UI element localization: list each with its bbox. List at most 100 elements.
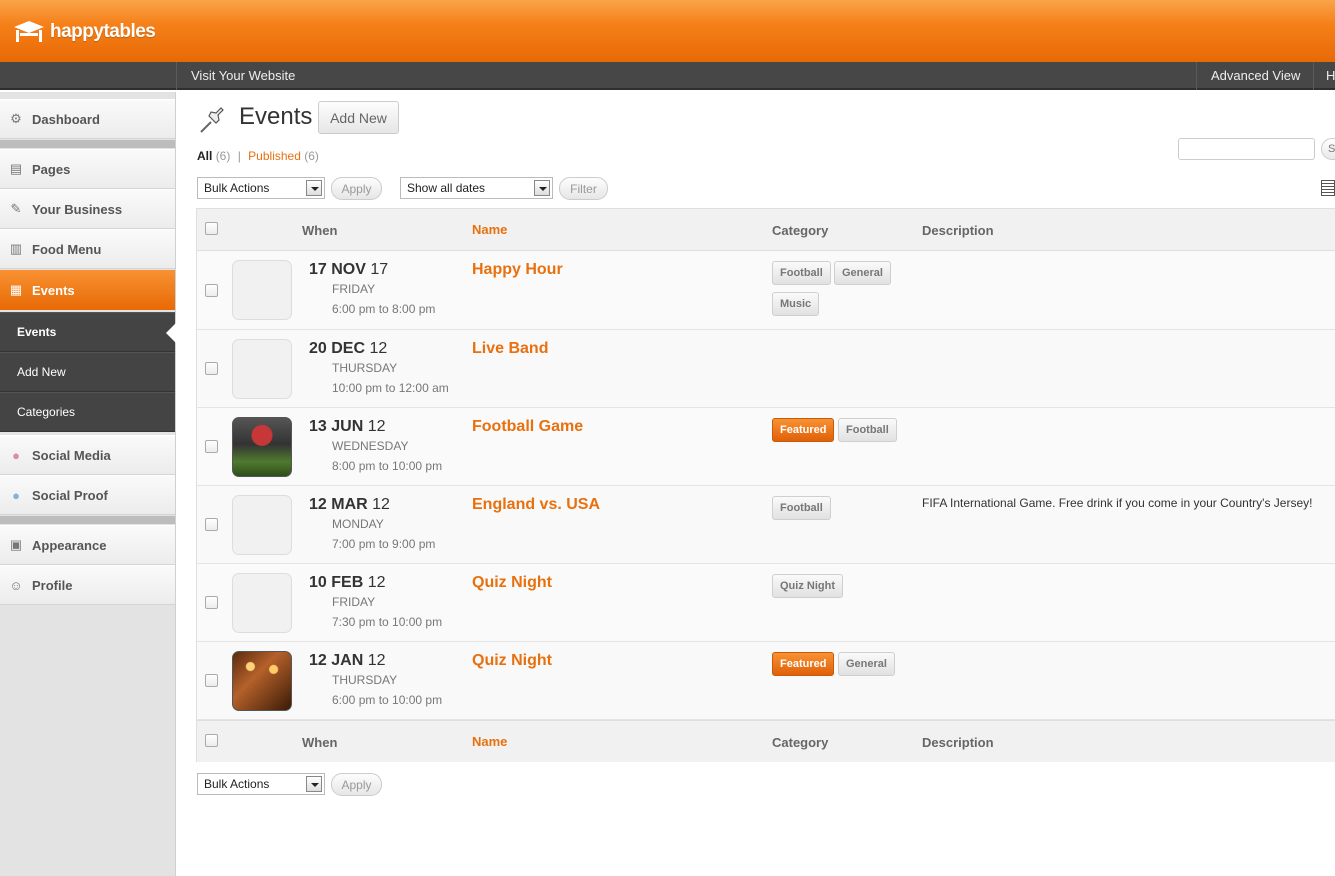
event-time: 6:00 pm to 8:00 pm [332, 302, 436, 316]
event-date: 13 JUN 12 [309, 418, 386, 435]
sidebar-item-label: Pages [32, 161, 71, 177]
subnav-label: Add New [17, 365, 66, 379]
filter-published-link[interactable]: Published [248, 149, 301, 163]
search-button[interactable]: S [1321, 138, 1335, 160]
select-all-checkbox[interactable] [205, 734, 218, 747]
column-name[interactable]: Name [472, 222, 507, 237]
row-checkbox[interactable] [205, 284, 218, 297]
filter-all-link[interactable]: All [197, 149, 212, 163]
event-time: 6:00 pm to 10:00 pm [332, 693, 443, 707]
sidebar-item-label: Social Media [32, 447, 111, 463]
filter-all-count: (6) [215, 149, 231, 163]
subnav-add-new[interactable]: Add New [0, 352, 175, 392]
add-new-button[interactable]: Add New [318, 101, 399, 134]
event-time: 10:00 pm to 12:00 am [332, 381, 449, 395]
event-name-link[interactable]: Quiz Night [472, 574, 552, 592]
event-time: 7:30 pm to 10:00 pm [332, 615, 443, 629]
row-checkbox[interactable] [205, 596, 218, 609]
dates-select[interactable]: Show all dates [400, 177, 553, 199]
help-link[interactable]: H [1326, 62, 1335, 90]
pages-icon: ▤ [9, 161, 23, 176]
category-tag[interactable]: General [838, 652, 895, 676]
sidebar-item-label: Your Business [32, 201, 123, 217]
divider [0, 140, 175, 148]
event-weekday: THURSDAY [332, 361, 398, 375]
list-view-icon[interactable] [1321, 180, 1335, 196]
category-tag[interactable]: Quiz Night [772, 574, 843, 598]
select-all-checkbox[interactable] [205, 222, 218, 235]
book-icon: ▥ [9, 241, 23, 256]
event-name-link[interactable]: Live Band [472, 340, 548, 358]
pencil-icon: ✎ [10, 201, 22, 216]
event-name-link[interactable]: Football Game [472, 418, 583, 436]
row-checkbox[interactable] [205, 362, 218, 375]
event-thumbnail [232, 573, 292, 633]
events-table: When Name Category Description 17 NOV 17… [196, 208, 1335, 762]
table-row[interactable]: 13 JUN 12 WEDNESDAY 8:00 pm to 10:00 pm … [197, 408, 1335, 486]
category-tag[interactable]: Football [772, 261, 831, 285]
sidebar-item-social-proof[interactable]: ● Social Proof [0, 475, 175, 515]
table-row[interactable]: 12 MAR 12 MONDAY 7:00 pm to 9:00 pm Engl… [197, 486, 1335, 564]
row-checkbox[interactable] [205, 440, 218, 453]
sidebar-item-food-menu[interactable]: ▥ Food Menu [0, 229, 175, 269]
category-tag[interactable]: General [834, 261, 891, 285]
event-time: 7:00 pm to 9:00 pm [332, 537, 436, 551]
event-thumbnail [232, 260, 292, 320]
column-when[interactable]: When [302, 735, 337, 750]
event-date: 12 MAR 12 [309, 496, 390, 513]
featured-tag[interactable]: Featured [772, 652, 835, 676]
subnav-events[interactable]: Events [0, 312, 176, 352]
table-row[interactable]: 17 NOV 17 FRIDAY 6:00 pm to 8:00 pm Happ… [197, 251, 1335, 330]
event-date: 12 JAN 12 [309, 652, 386, 669]
divider [1196, 62, 1197, 90]
logo[interactable]: happytables [12, 17, 156, 47]
chevron-down-icon [306, 180, 322, 196]
search-input[interactable] [1178, 138, 1315, 160]
event-name-link[interactable]: England vs. USA [472, 496, 600, 514]
apply-button[interactable]: Apply [331, 177, 382, 200]
top-bar: Visit Your Website Advanced View H [0, 62, 1335, 90]
sidebar-item-your-business[interactable]: ✎ Your Business [0, 189, 175, 229]
bulk-actions-select-bottom[interactable]: Bulk Actions [197, 773, 325, 795]
advanced-view-link[interactable]: Advanced View [1211, 62, 1300, 90]
column-name[interactable]: Name [472, 734, 507, 749]
table-row[interactable]: 10 FEB 12 FRIDAY 7:30 pm to 10:00 pm Qui… [197, 564, 1335, 642]
event-thumbnail [232, 495, 292, 555]
sidebar-item-pages[interactable]: ▤ Pages [0, 149, 175, 189]
current-indicator [166, 323, 176, 343]
filter-button[interactable]: Filter [559, 177, 608, 200]
event-name-link[interactable]: Quiz Night [472, 652, 552, 670]
column-category: Category [772, 735, 829, 750]
subnav-categories[interactable]: Categories [0, 392, 175, 432]
category-tag[interactable]: Music [772, 292, 820, 316]
dates-value: Show all dates [407, 181, 486, 195]
bulk-actions-select[interactable]: Bulk Actions [197, 177, 325, 199]
visit-website-link[interactable]: Visit Your Website [191, 62, 295, 90]
sidebar-item-dashboard[interactable]: ⚙ Dashboard [0, 99, 175, 139]
table-header: When Name Category Description [197, 209, 1335, 251]
table-row[interactable]: 12 JAN 12 THURSDAY 6:00 pm to 10:00 pm Q… [197, 642, 1335, 720]
sidebar-item-events[interactable]: ▦ Events [0, 270, 175, 310]
layout-icon: ▣ [9, 537, 23, 552]
column-when[interactable]: When [302, 223, 337, 238]
event-name-link[interactable]: Happy Hour [472, 261, 563, 279]
event-thumbnail [232, 339, 292, 399]
category-tag[interactable]: Football [772, 496, 831, 520]
table-row[interactable]: 20 DEC 12 THURSDAY 10:00 pm to 12:00 am … [197, 330, 1335, 408]
row-checkbox[interactable] [205, 518, 218, 531]
row-checkbox[interactable] [205, 674, 218, 687]
sidebar-item-social-media[interactable]: ● Social Media [0, 435, 175, 475]
event-description: FIFA International Game. Free drink if y… [922, 496, 1313, 510]
profile-icon: ☺ [9, 577, 23, 593]
featured-tag[interactable]: Featured [772, 418, 835, 442]
sidebar: ⚙ Dashboard ▤ Pages ✎ Your Business ▥ Fo… [0, 92, 176, 876]
sidebar-item-label: Appearance [32, 537, 107, 553]
sidebar-item-label: Food Menu [32, 241, 102, 257]
subnav-label: Events [17, 325, 57, 339]
sidebar-item-appearance[interactable]: ▣ Appearance [0, 525, 175, 565]
sidebar-item-profile[interactable]: ☺ Profile [0, 565, 175, 605]
status-filters: All (6) | Published (6) [197, 149, 319, 163]
apply-button-bottom[interactable]: Apply [331, 773, 382, 796]
category-tag[interactable]: Football [838, 418, 897, 442]
page-title: Events [239, 103, 313, 130]
